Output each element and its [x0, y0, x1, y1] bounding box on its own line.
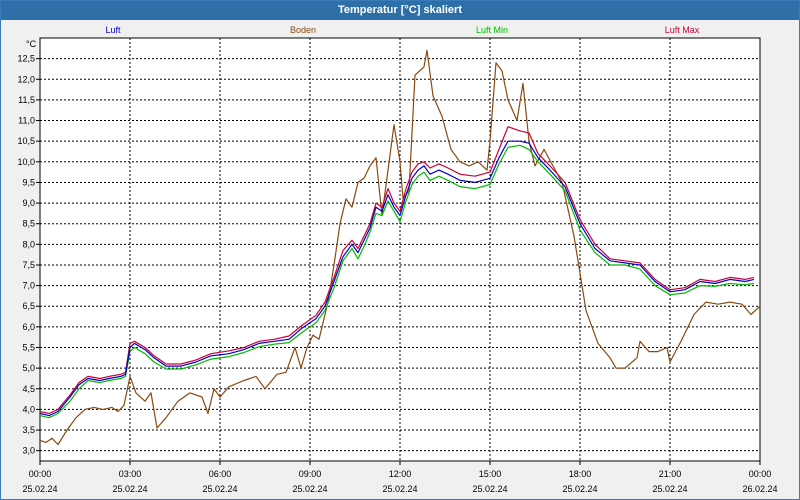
x-axis: 00:00 25.02.24 03:00 25.02.24 06:00 25.02.24 0… — [22, 461, 778, 494]
legend-entry: Luft Max — [665, 25, 700, 35]
y-tick-label: 10,5 — [17, 136, 35, 146]
x-tick-date: 25.02.24 — [112, 484, 147, 494]
y-tick-label: 4,5 — [22, 384, 35, 394]
y-tick-label: 3,5 — [22, 425, 35, 435]
y-tick-label: 9,0 — [22, 198, 35, 208]
x-tick-time: 09:00 — [299, 469, 322, 479]
y-tick-label: 8,5 — [22, 219, 35, 229]
x-tick-date: 26.02.24 — [742, 484, 777, 494]
y-tick-label: 9,5 — [22, 177, 35, 187]
y-tick-label: 5,0 — [22, 363, 35, 373]
y-tick-label: 8,0 — [22, 239, 35, 249]
y-tick-label: 11,0 — [18, 116, 35, 126]
y-tick-label: 5,5 — [22, 343, 35, 353]
x-tick-time: 03:00 — [119, 469, 142, 479]
y-tick-label: 6,0 — [22, 322, 35, 332]
x-tick-time: 15:00 — [479, 469, 502, 479]
x-tick-date: 25.02.24 — [562, 484, 597, 494]
x-tick-date: 25.02.24 — [382, 484, 417, 494]
legend-entry: Luft — [105, 25, 121, 35]
y-axis-unit: °C — [26, 39, 37, 49]
y-tick-label: 12,0 — [17, 74, 35, 84]
y-tick-label: 7,0 — [22, 281, 35, 291]
x-tick-time: 00:00 — [749, 469, 772, 479]
y-tick-label: 3,0 — [22, 446, 35, 456]
y-tick-label: 7,5 — [22, 260, 35, 270]
y-tick-label: 10,0 — [17, 157, 35, 167]
x-tick-date: 25.02.24 — [472, 484, 507, 494]
y-tick-label: 6,5 — [22, 301, 35, 311]
y-tick-label: 12,5 — [17, 54, 35, 64]
legend-entry: Boden — [290, 25, 316, 35]
legend: Luft Boden Luft Min Luft Max — [105, 25, 699, 35]
x-tick-time: 00:00 — [29, 469, 52, 479]
x-tick-date: 25.02.24 — [652, 484, 687, 494]
temperature-chart: Luft Boden Luft Min Luft Max °C 3,0 3,5 4,0 4,5… — [17, 25, 778, 494]
x-tick-time: 06:00 — [209, 469, 232, 479]
x-tick-date: 25.02.24 — [202, 484, 237, 494]
y-tick-label: 11,5 — [18, 95, 35, 105]
x-tick-time: 18:00 — [569, 469, 592, 479]
x-tick-time: 21:00 — [659, 469, 682, 479]
x-tick-time: 12:00 — [389, 469, 412, 479]
legend-entry: Luft Min — [476, 25, 508, 35]
y-axis: °C 3,0 3,5 4,0 4,5 5,0 5,5 6,0 6,5 7,0 7,5 8,0 8,5 9,… — [17, 39, 40, 456]
x-tick-date: 25.02.24 — [22, 484, 57, 494]
x-tick-date: 25.02.24 — [292, 484, 327, 494]
y-tick-label: 4,0 — [22, 404, 35, 414]
